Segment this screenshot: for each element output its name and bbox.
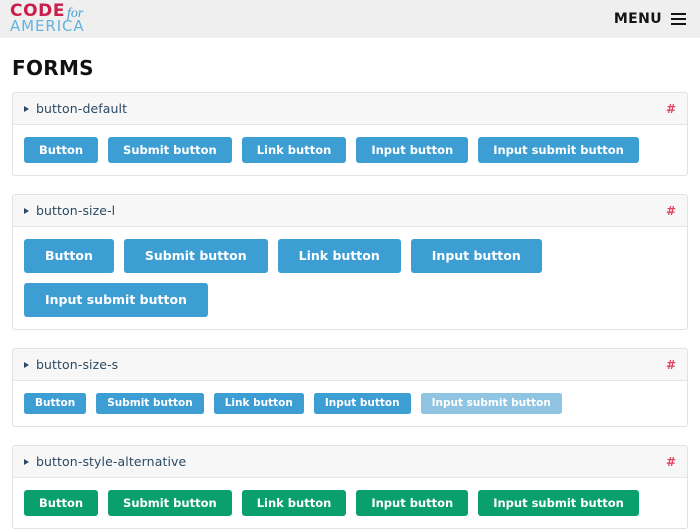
button-input-submit-button[interactable]: Input submit button	[478, 490, 639, 516]
hamburger-bar	[671, 18, 686, 20]
button-submit-button[interactable]: Submit button	[108, 137, 232, 163]
section-header[interactable]: button-style-alternative #	[13, 446, 687, 478]
menu-label: MENU	[613, 11, 662, 27]
button-input-submit-button[interactable]: Input submit button	[420, 393, 562, 414]
button-row: Button Submit button Link button Input butt…	[13, 478, 687, 528]
button-link-button[interactable]: Link button	[241, 490, 347, 516]
hamburger-bar	[671, 13, 686, 15]
button-submit-button[interactable]: Submit button	[96, 393, 204, 414]
button-link-button[interactable]: Link button	[277, 239, 401, 273]
section-header[interactable]: button-size-s #	[13, 349, 687, 381]
disclosure-triangle-icon[interactable]	[24, 207, 29, 214]
button-input-button[interactable]: Input button	[410, 239, 542, 273]
section-header[interactable]: button-default #	[13, 93, 687, 125]
button-link-button[interactable]: Link button	[241, 137, 347, 163]
disclosure-triangle-icon[interactable]	[24, 105, 29, 112]
button-button[interactable]: Button	[24, 490, 99, 516]
hamburger-icon[interactable]	[671, 13, 686, 25]
button-input-button[interactable]: Input button	[356, 137, 469, 163]
section-header[interactable]: button-size-l #	[13, 195, 687, 227]
menu-button[interactable]: MENU	[614, 11, 686, 27]
button-input-submit-button[interactable]: Input submit button	[478, 137, 639, 163]
button-input-button[interactable]: Input button	[356, 490, 469, 516]
button-link-button[interactable]: Link button	[213, 393, 304, 414]
logo-word-america: AMERICA	[10, 17, 85, 35]
button-input-submit-button[interactable]: Input submit button	[24, 283, 208, 317]
button-row: Button Submit button Link button Input butt…	[13, 125, 687, 175]
button-submit-button[interactable]: Submit button	[108, 490, 232, 516]
button-button[interactable]: Button	[24, 137, 99, 163]
button-button[interactable]: Button	[24, 393, 87, 414]
section-anchor-link[interactable]: #	[666, 455, 676, 469]
site-header: CODE for AMERICA MENU	[0, 0, 700, 38]
code-for-america-logo[interactable]: CODE for AMERICA	[10, 2, 102, 36]
button-submit-button[interactable]: Submit button	[123, 239, 268, 273]
section-panel: button-size-l # Button Submit button Link bu…	[12, 194, 688, 330]
page-title: FORMS	[12, 56, 94, 80]
section-anchor-link[interactable]: #	[666, 204, 676, 218]
button-input-button[interactable]: Input button	[313, 393, 411, 414]
page-content: FORMS button-default # Button Submit button…	[0, 38, 700, 529]
section-title: button-default	[36, 101, 128, 116]
disclosure-triangle-icon[interactable]	[24, 361, 29, 368]
button-row: Button Submit button Link button Input butt…	[13, 381, 687, 426]
section-title: button-style-alternative	[36, 454, 187, 469]
styleguide-section-list: button-default # Button Submit button Link b…	[12, 92, 688, 529]
section-panel: button-style-alternative # Button Submit bu…	[12, 445, 688, 529]
button-row: Button Submit button Link button Input butt…	[13, 227, 687, 329]
section-panel: button-default # Button Submit button Link b…	[12, 92, 688, 176]
hamburger-bar	[671, 23, 686, 25]
section-anchor-link[interactable]: #	[666, 358, 676, 372]
section-panel: button-size-s # Button Submit button Link bu…	[12, 348, 688, 427]
section-title: button-size-s	[36, 357, 119, 372]
disclosure-triangle-icon[interactable]	[24, 458, 29, 465]
section-anchor-link[interactable]: #	[666, 102, 676, 116]
section-title: button-size-l	[36, 203, 116, 218]
button-button[interactable]: Button	[24, 239, 114, 273]
